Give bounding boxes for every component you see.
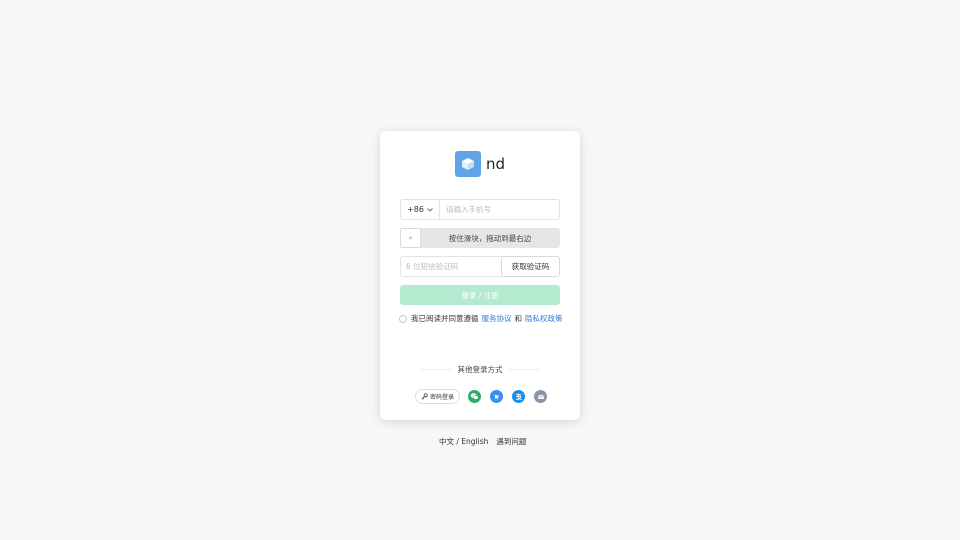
agreement-row: 我已阅读并同意遵循 服务协议 和 隐私权政策	[399, 313, 566, 324]
login-register-button[interactable]: 登录 / 注册	[400, 285, 560, 305]
password-login-label: 密码登录	[430, 394, 455, 401]
password-login-button[interactable]: 密码登录	[415, 389, 461, 404]
brand-logo: nd	[455, 151, 505, 177]
phone-input-group: +86	[400, 199, 560, 220]
dingtalk-icon[interactable]	[490, 390, 504, 403]
divider-line	[420, 369, 452, 370]
slider-handle[interactable]: »	[400, 228, 421, 248]
email-icon[interactable]	[534, 390, 548, 403]
terms-link[interactable]: 服务协议	[482, 313, 512, 324]
agreement-prefix: 我已阅读并同意遵循	[411, 314, 479, 323]
agreement-checkbox[interactable]	[399, 314, 407, 323]
double-chevron-right-icon: »	[408, 234, 413, 242]
privacy-link[interactable]: 隐私权政策	[525, 313, 563, 324]
footer: 中文 / English 遇到问题	[439, 436, 526, 447]
wechat-icon[interactable]	[468, 390, 482, 403]
brand-name: nd	[486, 155, 506, 173]
divider-line	[508, 369, 540, 370]
other-login-divider: 其他登录方式	[420, 364, 540, 375]
slider-text: 按住滑块，拖动到最右边	[448, 233, 532, 243]
chevron-down-icon	[427, 207, 433, 212]
get-code-button[interactable]: 获取验证码	[501, 256, 560, 277]
language-switch[interactable]: 中文 / English	[439, 436, 488, 447]
help-link[interactable]: 遇到问题	[496, 436, 526, 447]
login-card: nd +86 » 按住滑块，拖动到最右边 获取验证码 登录 / 注册 我已阅读并…	[380, 131, 580, 420]
slider-captcha: » 按住滑块，拖动到最右边	[400, 228, 560, 248]
agreement-and: 和	[514, 314, 523, 323]
phone-input[interactable]	[440, 200, 559, 219]
social-login-row: 密码登录	[415, 389, 556, 404]
country-code-select[interactable]: +86	[401, 200, 440, 219]
sms-code-input[interactable]	[400, 256, 504, 277]
other-login-title: 其他登录方式	[457, 365, 503, 374]
country-code-value: +86	[407, 205, 424, 214]
key-icon	[421, 393, 428, 400]
cube-icon	[455, 151, 481, 177]
alipay-icon[interactable]	[512, 390, 526, 403]
